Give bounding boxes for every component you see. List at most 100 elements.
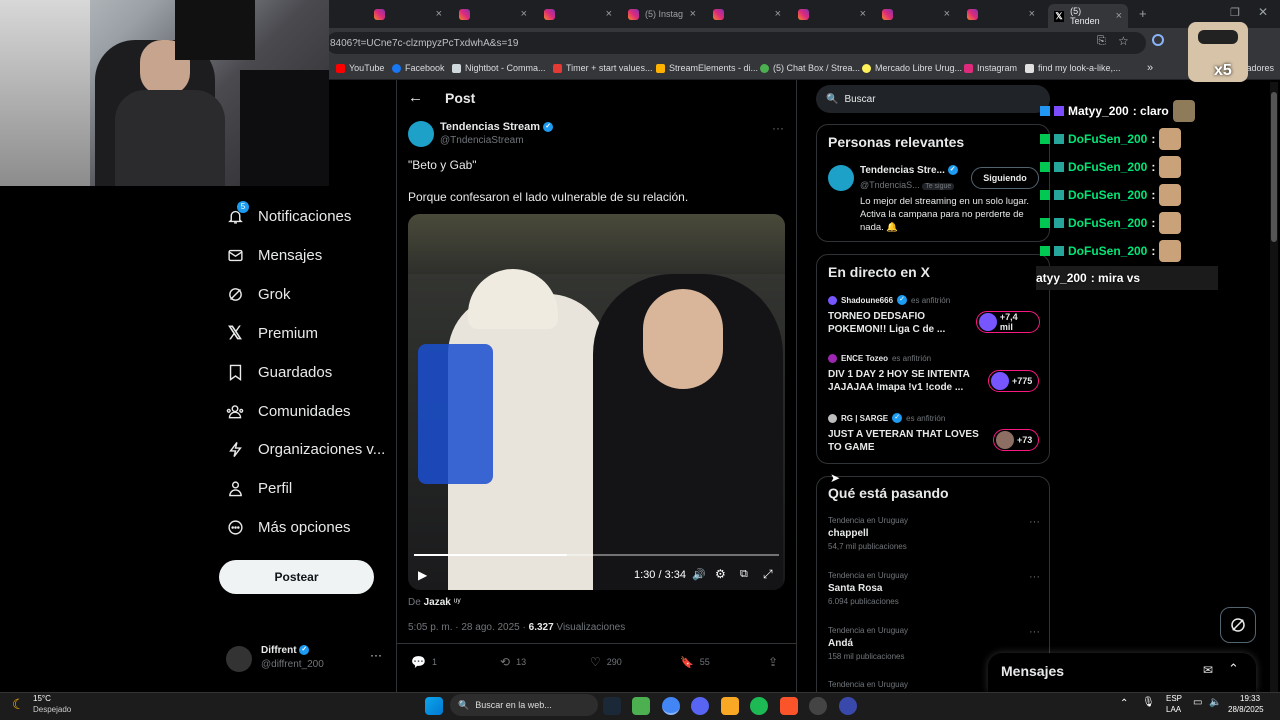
bookmark-mercadolibre[interactable]: Mercado Libre Urug...: [862, 58, 962, 78]
browser-tab[interactable]: ×: [792, 4, 872, 24]
browser-tab[interactable]: ×: [961, 4, 1041, 24]
close-tab-icon[interactable]: ×: [860, 8, 866, 20]
fullscreen-icon[interactable]: ⤢: [763, 567, 773, 582]
taskbar-search[interactable]: 🔍 Buscar en la web...: [450, 694, 598, 716]
spotify-icon[interactable]: [750, 697, 768, 715]
account-switcher[interactable]: Diffrent ✓ @diffrent_200 ···: [226, 644, 386, 674]
nav-communities[interactable]: Comunidades: [226, 399, 351, 423]
app-icon[interactable]: [839, 697, 857, 715]
close-tab-icon[interactable]: ×: [775, 8, 781, 20]
volume-icon[interactable]: 🔊: [692, 568, 706, 581]
tray-chevron-up-icon[interactable]: ⌃: [1120, 698, 1128, 709]
steam-icon[interactable]: [603, 697, 621, 715]
live-item[interactable]: Shadoune666 ✓ es anfitrión TORNEO DEDSAFIO…: [828, 295, 1040, 341]
author-handle[interactable]: @TndenciaStream: [440, 135, 524, 146]
bookmark-chatbox[interactable]: (5) Chat Box / Strea...: [760, 58, 860, 78]
trend-item[interactable]: Tendencia en Uruguay chappell 54,7 mil p…: [828, 516, 1040, 551]
maximize-icon[interactable]: ❐: [1230, 6, 1240, 19]
url-text[interactable]: 8406?t=UCne7c-clzmpyzPcTxdwhA&s=19: [330, 35, 1140, 52]
live-item[interactable]: ENCE Tozeo es anfitrión DIV 1 DAY 2 HOY S…: [828, 354, 1040, 400]
file-explorer-icon[interactable]: [721, 697, 739, 715]
browser-tab-active[interactable]: 𝕏 (5) Tenden ×: [1048, 4, 1128, 28]
trend-more-icon[interactable]: ···: [1029, 626, 1040, 638]
star-bookmark-icon[interactable]: ☆: [1118, 34, 1129, 48]
close-tab-icon[interactable]: ×: [436, 8, 442, 20]
nav-profile[interactable]: Perfil: [226, 476, 292, 500]
video-player[interactable]: ▶ 1:30 / 3:34 🔊 ⚙ ⧉ ⤢: [408, 214, 785, 590]
microphone-icon[interactable]: 🎙: [1142, 697, 1155, 708]
browser-tab[interactable]: ×: [707, 4, 787, 24]
page-scrollbar[interactable]: [1270, 82, 1278, 692]
weather-desc[interactable]: Despejado: [33, 705, 71, 714]
author-name-row[interactable]: Tendencias Stream ✓: [440, 121, 554, 133]
reply-button[interactable]: 💬 1: [411, 655, 437, 669]
weather-temp[interactable]: 15°C: [33, 694, 51, 703]
close-tab-icon[interactable]: ×: [690, 8, 696, 20]
live-item[interactable]: RG | SARGE ✓ es anfitrión JUST A VETERAN T…: [828, 413, 1040, 459]
extension-icon[interactable]: [1152, 34, 1164, 46]
app-icon[interactable]: [809, 697, 827, 715]
chevron-up-icon[interactable]: ⌃: [1228, 661, 1239, 677]
nav-organizations[interactable]: Organizaciones v...: [226, 437, 385, 461]
browser-tab[interactable]: (5) Instag ×: [622, 4, 702, 24]
repost-button[interactable]: ⟲ 13: [500, 655, 526, 669]
bookmark-youtube[interactable]: YouTube: [336, 58, 384, 78]
brave-icon[interactable]: [780, 697, 798, 715]
nav-premium[interactable]: 𝕏 Premium: [226, 321, 318, 345]
bookmarks-overflow[interactable]: »: [1147, 58, 1153, 78]
post-more-icon[interactable]: ···: [772, 121, 784, 135]
bookmark-lookalike[interactable]: find my look-a-like,...: [1025, 58, 1121, 78]
trend-more-icon[interactable]: ···: [1029, 571, 1040, 583]
bookmark-streamelements[interactable]: StreamElements - di...: [656, 58, 758, 78]
close-tab-icon[interactable]: ×: [606, 8, 612, 20]
scrollbar-thumb[interactable]: [1271, 92, 1277, 242]
pip-icon[interactable]: ⧉: [740, 568, 748, 581]
search-box[interactable]: 🔍 Buscar: [816, 85, 1050, 113]
nav-notifications[interactable]: 5 Notificaciones: [226, 201, 351, 228]
trend-item[interactable]: Tendencia en Uruguay Santa Rosa 6.094 pu…: [828, 571, 1040, 606]
credit-name[interactable]: Jazak: [424, 597, 451, 608]
bookmark-button[interactable]: 🔖 55: [680, 655, 710, 669]
messages-drawer[interactable]: Mensajes ✉ ⌃: [988, 653, 1256, 692]
close-tab-icon[interactable]: ×: [944, 8, 950, 20]
relevant-avatar[interactable]: [828, 165, 854, 191]
post-timestamp[interactable]: 5:05 p. m. · 28 ago. 2025 ·: [408, 622, 526, 633]
bookmark-facebook[interactable]: Facebook: [392, 58, 445, 78]
close-tab-icon[interactable]: ×: [1116, 10, 1122, 22]
trend-more-icon[interactable]: ···: [1029, 516, 1040, 528]
lang-secondary[interactable]: LAA: [1166, 705, 1181, 714]
close-tab-icon[interactable]: ×: [521, 8, 527, 20]
browser-tab[interactable]: ×: [876, 4, 956, 24]
clock-time[interactable]: 19:33: [1240, 694, 1260, 703]
relevant-name-row[interactable]: Tendencias Stre... ✓: [860, 165, 958, 176]
install-app-icon[interactable]: ⎘: [1097, 35, 1106, 48]
settings-gear-icon[interactable]: ⚙: [715, 567, 726, 581]
share-button[interactable]: ⇪: [768, 655, 778, 669]
nav-messages[interactable]: Mensajes: [226, 243, 322, 267]
like-button[interactable]: ♡ 290: [590, 655, 622, 669]
profile-more-icon[interactable]: ···: [370, 648, 382, 662]
following-button[interactable]: Siguiendo: [971, 167, 1039, 189]
browser-tab[interactable]: ×: [453, 4, 533, 24]
new-message-icon[interactable]: ✉: [1203, 663, 1213, 677]
close-tab-icon[interactable]: ×: [1029, 8, 1035, 20]
clock-date[interactable]: 28/8/2025: [1228, 705, 1264, 714]
minecraft-icon[interactable]: [632, 697, 650, 715]
lang-primary[interactable]: ESP: [1166, 694, 1182, 703]
grok-float-button[interactable]: [1220, 607, 1256, 643]
nav-grok[interactable]: Grok: [226, 282, 291, 306]
bookmark-timer[interactable]: Timer + start values...: [553, 58, 652, 78]
new-tab-icon[interactable]: +: [1139, 6, 1147, 21]
nav-bookmarks[interactable]: Guardados: [226, 360, 332, 384]
author-avatar[interactable]: [408, 121, 434, 147]
windows-start-icon[interactable]: [425, 697, 443, 715]
network-icon[interactable]: ▭: [1193, 697, 1202, 708]
back-arrow-icon[interactable]: ←: [408, 89, 423, 106]
video-progress-track[interactable]: [414, 554, 779, 556]
browser-tab[interactable]: ×: [538, 4, 618, 24]
chrome-icon[interactable]: [662, 697, 680, 715]
discord-icon[interactable]: [691, 697, 709, 715]
bookmark-instagram[interactable]: Instagram: [964, 58, 1017, 78]
volume-icon[interactable]: 🔈: [1209, 697, 1221, 708]
post-button[interactable]: Postear: [219, 560, 374, 594]
